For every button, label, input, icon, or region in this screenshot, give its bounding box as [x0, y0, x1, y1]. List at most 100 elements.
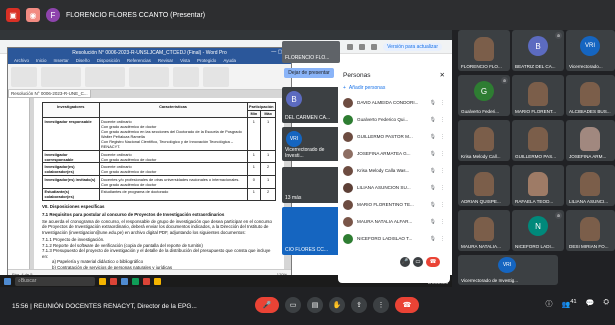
participant-row[interactable]: Gualverto Federico Qui... 🎙 ⋮ — [338, 111, 450, 128]
ribbon-tab[interactable]: Disposición — [97, 58, 120, 63]
mini-tile[interactable]: VRI Vicerrectorado de Investi... — [282, 127, 340, 161]
record-icon[interactable]: ◉ — [26, 8, 40, 22]
chat-icon[interactable]: 💬 — [586, 299, 595, 309]
mini-tile[interactable]: 13 más — [282, 167, 340, 203]
mini-tile[interactable]: FLORENCIO FLO... — [282, 41, 340, 63]
paragraph-group[interactable] — [85, 67, 125, 87]
mic-off-icon[interactable]: 🎙 — [430, 168, 436, 174]
meeting-title: REUNIÓN DOCENTES RENACYT, Director de la… — [33, 302, 197, 310]
more-icon[interactable]: ⋮ — [440, 219, 445, 225]
more-icon[interactable]: ⋮ — [440, 185, 445, 191]
add-people-button[interactable]: + Añadir personas — [338, 82, 450, 94]
mic-off-icon[interactable]: 🎙 — [430, 236, 436, 242]
pdf-app-icon[interactable] — [143, 277, 150, 285]
mic-off-icon: ⊘ — [555, 32, 562, 39]
more-icon[interactable]: ⋮ — [440, 202, 445, 208]
bookmark-icon[interactable] — [359, 43, 366, 50]
more-icon[interactable]: ⋮ — [440, 168, 445, 174]
more-icon[interactable]: ⋮ — [440, 100, 445, 106]
mini-tile[interactable]: CIO FLORES CC... — [282, 207, 340, 255]
chrome-icon[interactable] — [110, 277, 117, 285]
word-app-icon[interactable] — [121, 277, 128, 285]
participant-tile[interactable]: RAFAELA TEOD... — [512, 165, 564, 206]
mini-tile[interactable]: B DEL CARMEN CA... — [282, 87, 340, 123]
ribbon-tab[interactable]: Diseño — [76, 58, 90, 63]
participant-tile[interactable]: JOSEFINA ARM... — [566, 120, 615, 161]
more-icon[interactable]: ⋮ — [440, 134, 445, 140]
camera-icon[interactable]: ▭ — [413, 257, 423, 267]
camera-off-icon[interactable]: ▭ — [285, 297, 301, 313]
ribbon-tab[interactable]: Protegido — [197, 58, 216, 63]
font-group[interactable] — [41, 67, 81, 87]
mic-off-icon[interactable]: 🎙 — [430, 117, 436, 123]
participant-tile[interactable]: ADRIAN QUISPE... — [458, 165, 510, 206]
clipboard-group[interactable] — [11, 67, 37, 87]
leave-call-icon[interactable]: ☎ — [395, 297, 419, 313]
participant-row[interactable]: GUILLERMO PASTOR M... 🎙 ⋮ — [338, 128, 450, 145]
participant-tile[interactable]: MARIO FLORENT... — [512, 75, 564, 116]
update-button[interactable]: Versión para actualizar — [383, 42, 442, 51]
mic-off-icon[interactable]: 🎙 — [430, 134, 436, 140]
participant-row[interactable]: NICEFORO LADISLAO T... 🎙 ⋮ — [338, 230, 450, 247]
windows-start-icon[interactable] — [4, 277, 11, 285]
participant-tile[interactable]: VRI Vicerrectorado de Investig... — [458, 255, 558, 285]
participant-row[interactable]: MAURA NATALIA ALFAR... 🎙 ⋮ — [338, 213, 450, 230]
present-icon[interactable]: ⇪ — [351, 297, 367, 313]
ribbon-tab[interactable]: Ayuda — [223, 58, 236, 63]
vri-logo-icon: VRI — [498, 257, 516, 273]
participant-row[interactable]: DAVID ALMEIDA CONDORI... 🎙 ⋮ — [338, 94, 450, 111]
close-icon[interactable]: ✕ — [440, 71, 445, 79]
participant-tile[interactable]: VRI Vicerrectorado... — [566, 30, 615, 71]
participant-row[interactable]: Krisa Melody Calla Was... 🎙 ⋮ — [338, 162, 450, 179]
mic-off-icon[interactable]: 🎙 — [430, 219, 436, 225]
mic-off-icon[interactable]: 🎙 — [430, 185, 436, 191]
ribbon-tab[interactable]: Referencias — [127, 58, 151, 63]
more-icon[interactable]: ⋮ — [440, 236, 445, 242]
participant-tile[interactable]: DESI MIRIAN FO... — [566, 210, 615, 251]
avatar — [343, 233, 353, 244]
mic-icon[interactable]: 🎤 — [400, 257, 410, 267]
more-icon[interactable]: ⋮ — [440, 117, 445, 123]
captions-icon[interactable]: ▤ — [307, 297, 323, 313]
participant-row[interactable]: LILIANA ASUNCION SU... 🎙 ⋮ — [338, 179, 450, 196]
participant-tile[interactable]: MAURA NATALIA... — [458, 210, 510, 251]
ribbon-tab[interactable]: Vista — [180, 58, 190, 63]
ribbon-tab[interactable]: Archivo — [14, 58, 29, 63]
participant-tile[interactable]: GUILLERMO PAS... — [512, 120, 564, 161]
dictate-group[interactable] — [203, 67, 229, 87]
participant-tile[interactable]: N ⊘ NICEFORO LADI... — [512, 210, 564, 251]
end-call-icon[interactable]: ☎ — [426, 257, 440, 267]
participant-row[interactable]: JOSEFINA ARMATEA G... 🎙 ⋮ — [338, 145, 450, 162]
mic-muted-icon[interactable]: 🎤 — [255, 297, 279, 313]
excel-app-icon[interactable] — [132, 277, 139, 285]
mic-off-icon[interactable]: 🎙 — [430, 151, 436, 157]
participant-tile[interactable]: B ⊘ BEATRIZ DEL CA... — [512, 30, 564, 71]
screen-share-icon[interactable]: ▣ — [6, 8, 20, 22]
more-options-icon[interactable]: ⋮ — [373, 297, 389, 313]
more-icon[interactable]: ⋮ — [440, 151, 445, 157]
participant-tile[interactable]: Krisa Melody Call... — [458, 120, 510, 161]
participant-tile[interactable]: LILIANA ASUNCI... — [566, 165, 615, 206]
styles-group[interactable] — [129, 67, 169, 87]
editing-group[interactable] — [173, 67, 199, 87]
participant-tile[interactable]: G ⊘ Gualverto Federi... — [458, 75, 510, 116]
download-icon[interactable] — [371, 43, 378, 50]
people-icon[interactable]: 👥41 — [561, 299, 576, 309]
stop-presenting-button[interactable]: Dejar de presentar — [284, 68, 334, 78]
activities-icon[interactable]: ⛭ — [603, 299, 609, 309]
taskbar-search[interactable]: ⌕ Buscar — [15, 276, 95, 286]
ribbon-tab[interactable]: Inicio — [36, 58, 47, 63]
ribbon-tab[interactable]: Insertar — [54, 58, 69, 63]
participant-tile[interactable]: ALCIBIADES BUS... — [566, 75, 615, 116]
participant-row[interactable]: MARIO FLORENTINO TE... 🎙 ⋮ — [338, 196, 450, 213]
raise-hand-icon[interactable]: ✋ — [329, 297, 345, 313]
extension-icon[interactable] — [347, 43, 354, 50]
document-tab[interactable]: Resolución N° 0006-2023-R-UNE_C... — [8, 90, 91, 98]
ribbon-tab[interactable]: Revisar — [158, 58, 173, 63]
mic-off-icon[interactable]: 🎙 — [430, 202, 436, 208]
mic-off-icon[interactable]: 🎙 — [430, 100, 436, 106]
file-explorer-icon[interactable] — [99, 277, 106, 285]
info-icon[interactable]: ⓘ — [545, 299, 552, 309]
participant-tile[interactable]: FLORENCIO FLO... — [458, 30, 510, 71]
folder-icon[interactable] — [154, 277, 161, 285]
